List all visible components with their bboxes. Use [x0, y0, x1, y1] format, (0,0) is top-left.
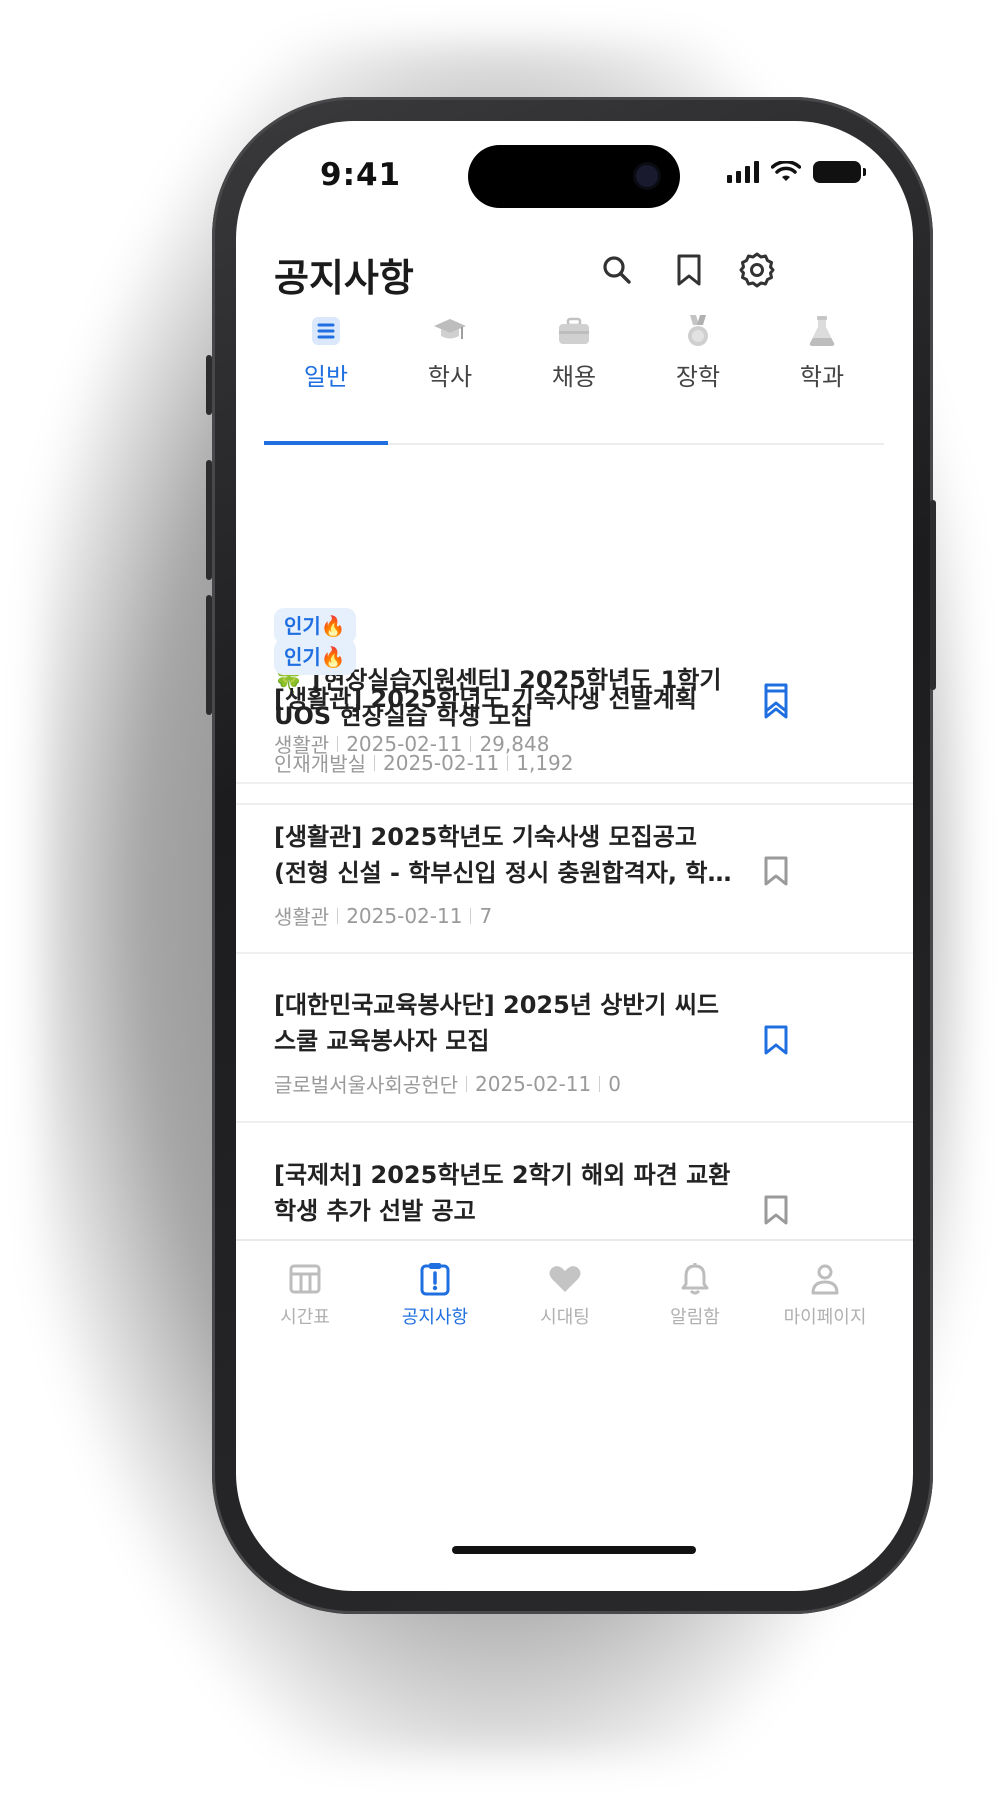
tab-label: 학사	[427, 363, 473, 391]
nav-mypage[interactable]: 마이페이지	[760, 1259, 890, 1329]
briefcase-icon	[554, 311, 594, 351]
bottom-tab-bar: 시간표 공지사항 시대팅 알림함 마이페이지	[236, 1239, 913, 1349]
nav-label: 마이페이지	[783, 1307, 867, 1328]
notice-title: [생활관] 2025학년도 기숙사생 모집공고 (전형 신설 - 학부신입 정시…	[274, 823, 730, 887]
tab-jobs[interactable]: 채용	[512, 311, 636, 413]
nav-label: 공지사항	[401, 1307, 469, 1328]
tab-label: 채용	[551, 363, 597, 391]
bookmark-toggle-icon[interactable]	[756, 851, 796, 891]
camera-icon	[636, 165, 658, 187]
notice-date: 2025-02-11	[346, 903, 463, 928]
home-indicator[interactable]	[452, 1546, 696, 1554]
dynamic-island	[468, 145, 680, 208]
nav-label: 알림함	[670, 1307, 720, 1328]
notice-meta: 생활관 2025-02-11 29,848	[274, 729, 549, 758]
battery-icon	[813, 161, 866, 183]
app-screen: 9:41 공지사항 일반 학사 채용 장학 학과 인기🔥 🍀 [현장실습지원센터…	[236, 121, 913, 1591]
notice-views: 7	[479, 903, 493, 928]
active-tab-indicator	[264, 441, 388, 445]
notice-item[interactable]: 인기🔥 🍀 [현장실습지원센터] 2025학년도 1학기 UOS 현장실습 학생…	[236, 446, 913, 805]
notice-views: 0	[608, 1071, 621, 1096]
bookmark-toggle-icon[interactable]	[756, 1020, 796, 1060]
notice-icon	[415, 1259, 455, 1299]
action-button	[206, 355, 212, 415]
bell-icon	[675, 1259, 715, 1299]
tab-label: 학과	[799, 363, 845, 391]
list-icon	[306, 311, 346, 351]
notice-date: 2025-02-11	[475, 1071, 592, 1096]
gear-icon[interactable]	[734, 247, 780, 293]
tab-academic[interactable]: 학사	[388, 311, 512, 413]
notice-department: 글로벌서울사회공헌단	[274, 1073, 458, 1097]
heart-icon	[545, 1259, 585, 1299]
wifi-icon	[771, 161, 801, 181]
notice-title: [대한민국교육봉사단] 2025년 상반기 씨드스쿨 교육봉사자 모집	[274, 991, 719, 1055]
notice-department: 생활관	[274, 905, 330, 929]
person-icon	[805, 1259, 845, 1299]
notice-meta: 생활관 2025-02-11 7	[274, 901, 492, 930]
status-icons	[727, 161, 866, 183]
nav-inbox[interactable]: 알림함	[630, 1259, 760, 1329]
signal-icon	[727, 161, 759, 183]
tab-scholarship[interactable]: 장학	[636, 311, 760, 413]
notice-views: 29,848	[479, 731, 550, 756]
tab-label: 일반	[303, 363, 349, 391]
power-button	[930, 500, 936, 690]
notice-title: [생활관] 2025학년도 기숙사생 선발계획	[274, 685, 697, 713]
notice-meta: 글로벌서울사회공헌단 2025-02-11 0	[274, 1069, 621, 1098]
status-time: 9:41	[320, 157, 402, 193]
nav-notices[interactable]: 공지사항	[370, 1259, 500, 1329]
nav-label: 시간표	[280, 1307, 330, 1328]
bookmark-icon[interactable]	[666, 247, 712, 293]
volume-up-button	[206, 460, 212, 580]
medal-icon	[678, 311, 718, 351]
tab-general[interactable]: 일반	[264, 311, 388, 413]
tab-label: 장학	[675, 363, 721, 391]
nav-label: 시대팅	[540, 1307, 590, 1328]
nav-timetable[interactable]: 시간표	[240, 1259, 370, 1329]
popular-badge: 인기🔥	[274, 639, 356, 675]
search-icon[interactable]	[594, 247, 640, 293]
notice-department: 생활관	[274, 733, 330, 757]
notice-item[interactable]: [국제처] 2025학년도 2학기 해외 파견 교환학생 추가 선발 공고	[236, 121, 913, 1225]
row-divider	[236, 803, 913, 805]
row-divider	[236, 782, 913, 784]
timetable-icon	[285, 1259, 325, 1299]
nav-sidaeting[interactable]: 시대팅	[500, 1259, 630, 1329]
flask-icon	[802, 311, 842, 351]
bookmark-toggle-icon[interactable]	[756, 1190, 796, 1230]
row-divider	[236, 952, 913, 954]
category-tabs: 일반 학사 채용 장학 학과	[236, 291, 913, 413]
notice-title: [국제처] 2025학년도 2학기 해외 파견 교환학생 추가 선발 공고	[274, 1161, 731, 1225]
tab-department[interactable]: 학과	[760, 311, 884, 413]
row-divider	[236, 1121, 913, 1123]
volume-down-button	[206, 595, 212, 715]
notice-date: 2025-02-11	[346, 731, 463, 756]
graduation-cap-icon	[430, 311, 470, 351]
bookmark-toggle-icon[interactable]	[756, 678, 796, 718]
